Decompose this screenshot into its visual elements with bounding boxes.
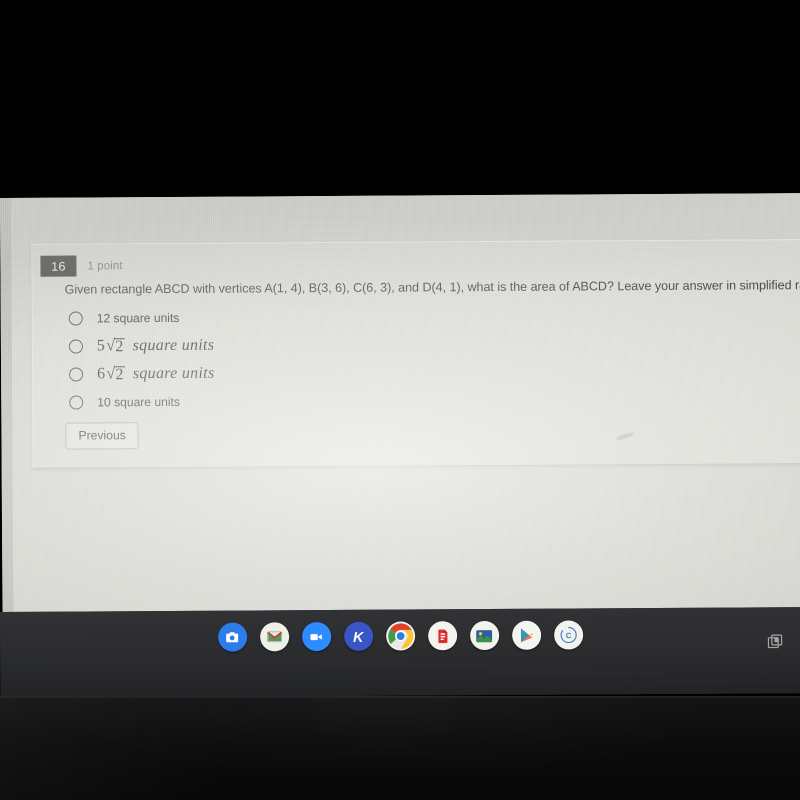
answer-option-label-2: 5 √ 2 square units [97,336,215,356]
answer-options-list: 12 square units 5 √ 2 square units 6 √ 2… [65,301,586,416]
shelf-app-list: K C [0,619,800,653]
units-label-2: square units [132,336,215,354]
zoom-app-icon[interactable] [301,621,331,652]
radio-button-icon-3[interactable] [69,367,84,382]
units-label-3: square units [132,364,215,382]
question-header: 16 1 point [40,255,123,277]
previous-button[interactable]: Previous [65,422,139,450]
kahoot-app-icon[interactable]: K [343,621,373,651]
photos-app-icon[interactable] [469,620,499,651]
screen-bezel-top [0,0,800,200]
answer-option-1[interactable]: 12 square units [65,301,585,332]
answer-option-label-4: 10 square units [97,394,180,410]
clever-app-icon[interactable]: C [553,620,583,650]
radical-icon-3: √ 2 [106,365,125,384]
radio-button-icon-4[interactable] [69,395,84,410]
laptop-hinge-line [0,696,800,698]
window-overview-icon[interactable] [766,633,784,651]
laptop-screen-photo: 16 1 point Given rectangle ABCD with ver… [0,0,800,800]
chromebook-screen: 16 1 point Given rectangle ABCD with ver… [0,193,800,618]
answer-option-2[interactable]: 5 √ 2 square units [65,329,585,360]
question-points-label: 1 point [87,259,123,272]
chrome-app-icon[interactable] [385,621,415,651]
quiz-question-card: 16 1 point Given rectangle ABCD with ver… [31,239,800,469]
answer-option-4[interactable]: 10 square units [65,385,585,416]
laptop-body [0,696,800,800]
question-text: Given rectangle ABCD with vertices A(1, … [64,277,800,297]
svg-text:C: C [565,631,571,640]
camera-app-icon[interactable] [217,622,247,652]
coefficient-2: 5 [96,336,106,355]
radical-icon-2: √ 2 [106,337,125,356]
question-number-badge: 16 [40,255,77,277]
play-store-app-icon[interactable] [511,620,541,650]
radio-button-icon-2[interactable] [68,339,83,354]
radicand-3: 2 [114,365,125,384]
gmail-app-icon[interactable] [259,622,289,652]
svg-text:K: K [353,629,365,645]
quiz-page-body: 16 1 point Given rectangle ABCD with ver… [10,193,800,618]
radicand-2: 2 [114,337,125,356]
chromeos-shelf: K C [0,607,800,698]
coefficient-3: 6 [97,364,106,383]
answer-option-3[interactable]: 6 √ 2 square units [65,357,585,388]
answer-option-label-1: 12 square units [96,310,180,326]
pear-deck-app-icon[interactable] [427,621,457,651]
radio-button-icon-1[interactable] [68,311,83,326]
answer-option-label-3: 6 √ 2 square units [97,364,215,384]
